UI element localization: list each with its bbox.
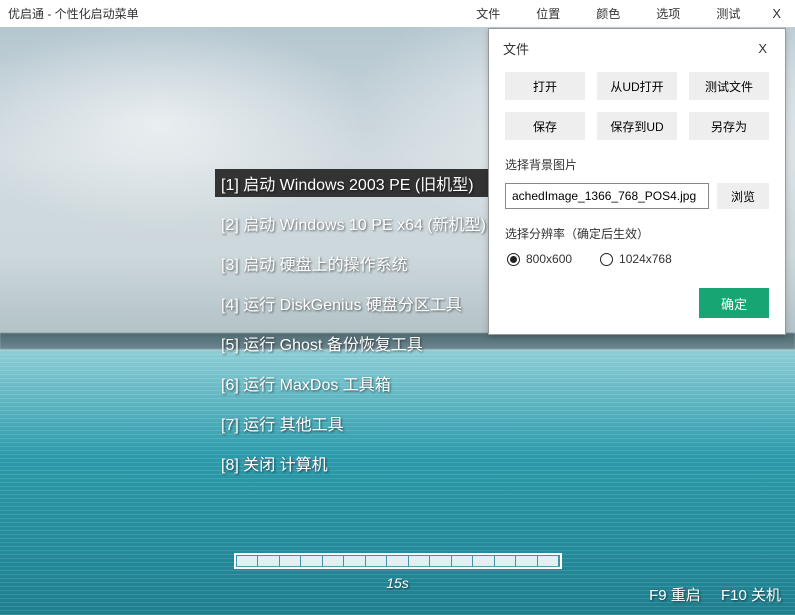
menu-item-test[interactable]: 测试 bbox=[698, 0, 758, 27]
boot-item-8[interactable]: [8] 关闭 计算机 bbox=[215, 449, 492, 477]
footer-hotkeys: F9 重启 F10 关机 bbox=[633, 584, 781, 605]
bg-image-label: 选择背景图片 bbox=[505, 156, 769, 173]
close-button[interactable]: X bbox=[758, 0, 795, 27]
progress-segment bbox=[452, 556, 473, 566]
open-button[interactable]: 打开 bbox=[505, 72, 585, 100]
menu-item-options[interactable]: 选项 bbox=[638, 0, 698, 27]
progress-segment bbox=[301, 556, 322, 566]
hotkey-reboot: F9 重启 bbox=[649, 587, 701, 604]
progress-segment bbox=[409, 556, 430, 566]
bg-path-input[interactable] bbox=[505, 183, 709, 209]
popup-close-button[interactable]: X bbox=[754, 41, 771, 56]
progress-segment bbox=[516, 556, 537, 566]
test-file-button[interactable]: 测试文件 bbox=[689, 72, 769, 100]
popup-button-row-1: 打开 从UD打开 测试文件 bbox=[505, 72, 769, 100]
menu-item-file[interactable]: 文件 bbox=[458, 0, 518, 27]
file-popup: 文件 X 打开 从UD打开 测试文件 保存 保存到UD 另存为 选择背景图片 浏… bbox=[488, 28, 786, 335]
boot-item-1[interactable]: [1] 启动 Windows 2003 PE (旧机型) bbox=[215, 169, 492, 197]
progress-segment bbox=[280, 556, 301, 566]
progress-segment bbox=[344, 556, 365, 566]
hotkey-poweroff: F10 关机 bbox=[721, 587, 781, 604]
progress-segment bbox=[258, 556, 279, 566]
popup-body: 打开 从UD打开 测试文件 保存 保存到UD 另存为 选择背景图片 浏览 选择分… bbox=[489, 66, 785, 334]
save-button[interactable]: 保存 bbox=[505, 112, 585, 140]
progress-segment bbox=[495, 556, 516, 566]
boot-item-7[interactable]: [7] 运行 其他工具 bbox=[215, 409, 492, 437]
boot-item-4[interactable]: [4] 运行 DiskGenius 硬盘分区工具 bbox=[215, 289, 492, 317]
radio-dot-icon bbox=[600, 253, 613, 266]
boot-item-6[interactable]: [6] 运行 MaxDos 工具箱 bbox=[215, 369, 492, 397]
progress-segment bbox=[538, 556, 559, 566]
progress-segment bbox=[430, 556, 451, 566]
popup-header: 文件 X bbox=[489, 29, 785, 66]
bg-path-row: 浏览 bbox=[505, 183, 769, 209]
countdown-text: 15s bbox=[386, 575, 409, 591]
save-as-button[interactable]: 另存为 bbox=[689, 112, 769, 140]
boot-item-3[interactable]: [3] 启动 硬盘上的操作系统 bbox=[215, 249, 492, 277]
confirm-button[interactable]: 确定 bbox=[699, 288, 769, 318]
popup-title: 文件 bbox=[503, 39, 529, 58]
window-title: 优启通 - 个性化启动菜单 bbox=[0, 5, 139, 22]
menubar: 优启通 - 个性化启动菜单 文件 位置 颜色 选项 测试 X bbox=[0, 0, 795, 27]
open-from-ud-button[interactable]: 从UD打开 bbox=[597, 72, 677, 100]
boot-item-2[interactable]: [2] 启动 Windows 10 PE x64 (新机型) bbox=[215, 209, 492, 237]
resolution-radio-group: 800x600 1024x768 bbox=[507, 252, 769, 266]
menu-item-position[interactable]: 位置 bbox=[518, 0, 578, 27]
radio-dot-icon bbox=[507, 253, 520, 266]
popup-button-row-2: 保存 保存到UD 另存为 bbox=[505, 112, 769, 140]
progress-segment bbox=[366, 556, 387, 566]
radio-label-800x600: 800x600 bbox=[526, 252, 572, 266]
browse-button[interactable]: 浏览 bbox=[717, 183, 769, 209]
countdown-progress bbox=[234, 553, 562, 569]
progress-segment bbox=[387, 556, 408, 566]
progress-segment bbox=[237, 556, 258, 566]
boot-item-5[interactable]: [5] 运行 Ghost 备份恢复工具 bbox=[215, 329, 492, 357]
resolution-radio-1024x768[interactable]: 1024x768 bbox=[600, 252, 672, 266]
confirm-row: 确定 bbox=[505, 288, 769, 318]
save-to-ud-button[interactable]: 保存到UD bbox=[597, 112, 677, 140]
boot-menu-list: [1] 启动 Windows 2003 PE (旧机型) [2] 启动 Wind… bbox=[215, 169, 492, 477]
resolution-radio-800x600[interactable]: 800x600 bbox=[507, 252, 572, 266]
progress-segment bbox=[473, 556, 494, 566]
progress-segment bbox=[323, 556, 344, 566]
radio-label-1024x768: 1024x768 bbox=[619, 252, 672, 266]
menu-item-color[interactable]: 颜色 bbox=[578, 0, 638, 27]
resolution-label: 选择分辨率（确定后生效） bbox=[505, 225, 769, 242]
